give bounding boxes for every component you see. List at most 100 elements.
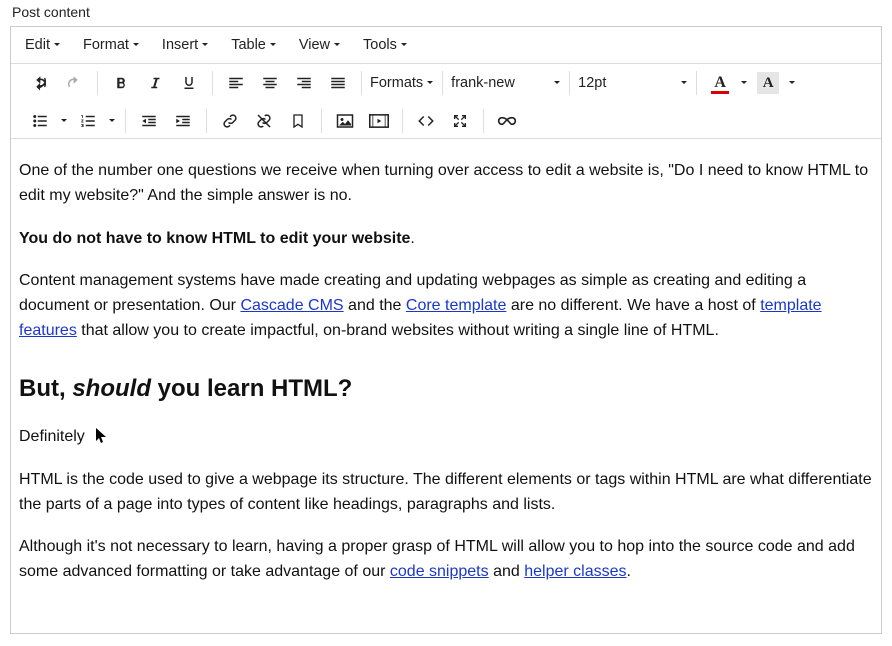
infinity-icon	[497, 115, 517, 127]
indent-icon	[174, 112, 192, 130]
align-left-button[interactable]	[219, 68, 253, 98]
field-label: Post content	[12, 4, 882, 20]
indent-button[interactable]	[166, 106, 200, 136]
mouse-cursor-icon	[95, 427, 109, 454]
link-core-template[interactable]: Core template	[406, 297, 507, 314]
text: and	[489, 563, 525, 580]
bullet-list-icon	[31, 112, 49, 130]
paragraph: One of the number one questions we recei…	[19, 159, 873, 209]
image-button[interactable]	[328, 106, 362, 136]
text-color-glyph: A	[714, 74, 726, 92]
bold-text: You do not have to know HTML to edit you…	[19, 230, 410, 247]
caret-down-icon	[553, 79, 561, 87]
menu-view-label: View	[299, 37, 330, 53]
font-size-value: 12pt	[578, 75, 606, 91]
link-icon	[221, 112, 239, 130]
image-icon	[336, 113, 354, 129]
link-helper-classes[interactable]: helper classes	[524, 563, 626, 580]
numbered-list-caret[interactable]	[105, 117, 119, 125]
caret-down-icon	[400, 41, 408, 49]
numbered-list-button[interactable]	[71, 106, 105, 136]
font-size-select[interactable]: 12pt	[570, 68, 696, 98]
align-center-button[interactable]	[253, 68, 287, 98]
menu-edit-label: Edit	[25, 37, 50, 53]
align-left-icon	[227, 74, 245, 92]
text: .	[627, 563, 631, 580]
italic-icon	[146, 74, 164, 92]
code-icon	[417, 113, 435, 129]
paragraph: Although it's not necessary to learn, ha…	[19, 535, 873, 585]
text: you learn HTML?	[151, 375, 352, 402]
text-color-caret[interactable]	[737, 79, 751, 87]
text-color-swatch	[711, 91, 729, 94]
numbered-list-icon	[79, 112, 97, 130]
menu-table[interactable]: Table	[225, 33, 283, 57]
formats-select[interactable]: Formats	[362, 68, 442, 98]
link-button[interactable]	[213, 106, 247, 136]
highlight-color-glyph: A	[763, 75, 774, 92]
bullet-list-button[interactable]	[23, 106, 57, 136]
paragraph: HTML is the code used to give a webpage …	[19, 468, 873, 518]
formats-label: Formats	[370, 75, 423, 91]
caret-down-icon	[201, 41, 209, 49]
menu-view[interactable]: View	[293, 33, 347, 57]
menu-format[interactable]: Format	[77, 33, 146, 57]
permanent-pen-button[interactable]	[490, 106, 524, 136]
text: .	[410, 230, 414, 247]
link-cascade-cms[interactable]: Cascade CMS	[240, 297, 343, 314]
font-family-value: frank-new	[451, 75, 515, 91]
italic-text: should	[72, 375, 151, 402]
bullet-list-caret[interactable]	[57, 117, 71, 125]
menu-format-label: Format	[83, 37, 129, 53]
highlight-color-button[interactable]: A	[751, 68, 785, 98]
menu-table-label: Table	[231, 37, 266, 53]
paragraph: You do not have to know HTML to edit you…	[19, 227, 873, 252]
menu-edit[interactable]: Edit	[19, 33, 67, 57]
bookmark-icon	[290, 112, 306, 130]
text: that allow you to create impactful, on-b…	[77, 322, 719, 339]
redo-button[interactable]	[57, 68, 91, 98]
unlink-button[interactable]	[247, 106, 281, 136]
align-center-icon	[261, 74, 279, 92]
align-justify-icon	[329, 74, 347, 92]
heading: But, should you learn HTML?	[19, 370, 873, 407]
bold-icon	[112, 74, 130, 92]
paragraph: Content management systems have made cre…	[19, 269, 873, 343]
fullscreen-icon	[452, 113, 468, 129]
paragraph: Definitely	[19, 425, 873, 450]
menu-tools[interactable]: Tools	[357, 33, 414, 57]
text: and the	[344, 297, 406, 314]
caret-down-icon	[60, 117, 68, 125]
redo-icon	[65, 74, 83, 92]
italic-button[interactable]	[138, 68, 172, 98]
outdent-button[interactable]	[132, 106, 166, 136]
align-right-button[interactable]	[287, 68, 321, 98]
rich-text-editor: Edit Format Insert Table View	[10, 26, 882, 634]
caret-down-icon	[426, 79, 434, 87]
text: But,	[19, 375, 72, 402]
editor-content[interactable]: One of the number one questions we recei…	[11, 139, 881, 633]
menu-insert[interactable]: Insert	[156, 33, 215, 57]
anchor-button[interactable]	[281, 106, 315, 136]
underline-icon	[180, 74, 198, 92]
menu-insert-label: Insert	[162, 37, 198, 53]
caret-down-icon	[53, 41, 61, 49]
underline-button[interactable]	[172, 68, 206, 98]
text: are no different. We have a host of	[506, 297, 760, 314]
menu-tools-label: Tools	[363, 37, 397, 53]
undo-button[interactable]	[23, 68, 57, 98]
media-icon	[369, 113, 389, 129]
caret-down-icon	[788, 79, 796, 87]
media-button[interactable]	[362, 106, 396, 136]
source-code-button[interactable]	[409, 106, 443, 136]
text-color-button[interactable]: A	[703, 68, 737, 98]
toolbar: Formats frank-new 12pt A	[11, 64, 881, 139]
font-family-select[interactable]: frank-new	[443, 68, 569, 98]
bold-button[interactable]	[104, 68, 138, 98]
align-justify-button[interactable]	[321, 68, 355, 98]
fullscreen-button[interactable]	[443, 106, 477, 136]
link-code-snippets[interactable]: code snippets	[390, 563, 489, 580]
highlight-color-caret[interactable]	[785, 79, 799, 87]
caret-down-icon	[132, 41, 140, 49]
outdent-icon	[140, 112, 158, 130]
